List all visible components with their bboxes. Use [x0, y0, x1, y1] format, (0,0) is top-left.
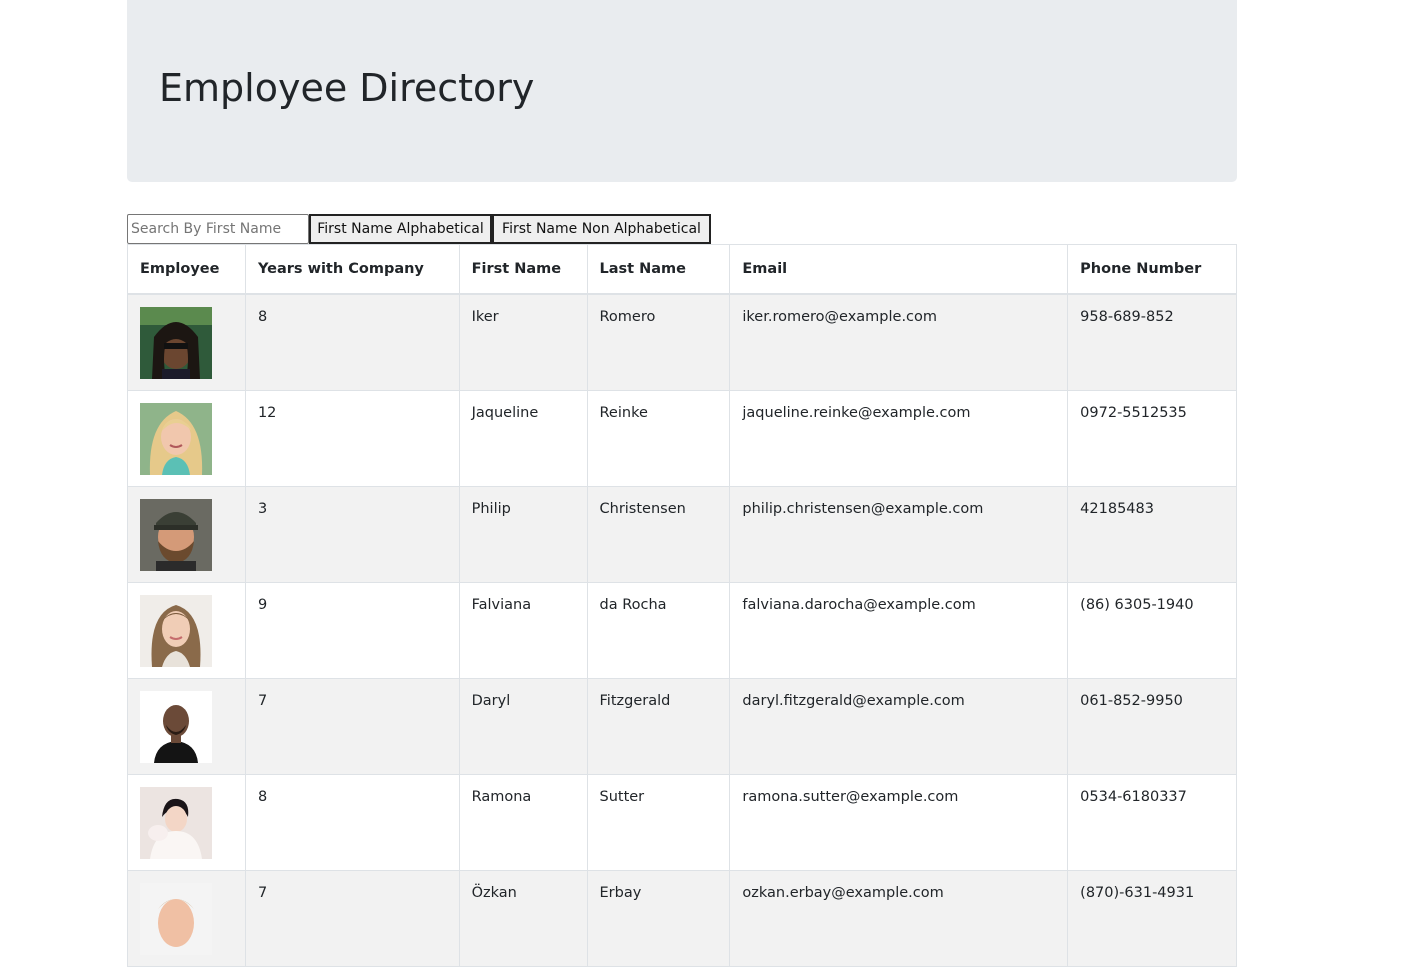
- phone-cell: 42185483: [1067, 485, 1237, 583]
- phone-cell: 061-852-9950: [1067, 677, 1237, 775]
- sort-non-alphabetical-button[interactable]: First Name Non Alphabetical: [492, 214, 711, 244]
- employee-photo-cell: [127, 389, 246, 487]
- first-name-cell: Daryl: [458, 677, 588, 775]
- column-header-first-name[interactable]: First Name: [458, 244, 588, 295]
- email-cell: falviana.darocha@example.com: [729, 581, 1069, 679]
- employee-photo-cell: [127, 869, 246, 967]
- phone-cell: (86) 6305-1940: [1067, 581, 1237, 679]
- last-name-cell: Erbay: [586, 869, 731, 967]
- table-row: 3 Philip Christensen philip.christensen@exa…: [127, 485, 1237, 583]
- employee-photo-icon: [140, 402, 212, 475]
- first-name-cell: Ramona: [458, 773, 588, 871]
- email-cell: ozkan.erbay@example.com: [729, 869, 1069, 967]
- first-name-cell: Iker: [458, 293, 588, 391]
- first-name-cell: Özkan: [458, 869, 588, 967]
- employee-photo-icon: [140, 594, 212, 667]
- last-name-cell: da Rocha: [586, 581, 731, 679]
- years-cell: 3: [244, 485, 460, 583]
- employee-photo-icon: [140, 307, 212, 379]
- table-row: 7 Özkan Erbay ozkan.erbay@example.com (870)-…: [127, 869, 1237, 967]
- years-cell: 9: [244, 581, 460, 679]
- employee-photo-cell: [127, 677, 246, 775]
- employee-photo-cell: [127, 485, 246, 583]
- employee-photo-cell: [127, 773, 246, 871]
- header-banner: Employee Directory: [127, 0, 1237, 182]
- page-container: Employee Directory First Name Alphabetic…: [127, 0, 1237, 967]
- controls-bar: First Name Alphabetical First Name Non A…: [127, 214, 711, 244]
- search-input[interactable]: [127, 214, 309, 244]
- table-row: 9 Falviana da Rocha falviana.darocha@exampl…: [127, 581, 1237, 679]
- column-header-years[interactable]: Years with Company: [244, 244, 460, 295]
- email-cell: ramona.sutter@example.com: [729, 773, 1069, 871]
- last-name-cell: Fitzgerald: [586, 677, 731, 775]
- column-header-employee[interactable]: Employee: [127, 244, 246, 295]
- email-cell: daryl.fitzgerald@example.com: [729, 677, 1069, 775]
- column-header-last-name[interactable]: Last Name: [586, 244, 731, 295]
- employee-photo-cell: [127, 581, 246, 679]
- employee-photo-icon: [140, 498, 212, 571]
- column-header-phone[interactable]: Phone Number: [1067, 244, 1237, 295]
- years-cell: 7: [244, 677, 460, 775]
- last-name-cell: Christensen: [586, 485, 731, 583]
- phone-cell: 0972-5512535: [1067, 389, 1237, 487]
- table-row: 8 Ramona Sutter ramona.sutter@example.com 05…: [127, 773, 1237, 871]
- phone-cell: (870)-631-4931: [1067, 869, 1237, 967]
- table-row: 7 Daryl Fitzgerald daryl.fitzgerald@example…: [127, 677, 1237, 775]
- employee-photo-cell: [127, 293, 246, 391]
- employee-photo-icon: [140, 690, 212, 763]
- table-header-row: Employee Years with Company First Name L…: [127, 244, 1237, 295]
- years-cell: 8: [244, 293, 460, 391]
- years-cell: 7: [244, 869, 460, 967]
- last-name-cell: Romero: [586, 293, 731, 391]
- page-title: Employee Directory: [159, 66, 535, 110]
- table-row: 12 Jaqueline Reinke jaqueline.reinke@exampl…: [127, 389, 1237, 487]
- employee-photo-icon: [140, 882, 212, 955]
- column-header-email[interactable]: Email: [729, 244, 1069, 295]
- phone-cell: 958-689-852: [1067, 293, 1237, 391]
- email-cell: jaqueline.reinke@example.com: [729, 389, 1069, 487]
- employee-photo-icon: [140, 786, 212, 859]
- email-cell: philip.christensen@example.com: [729, 485, 1069, 583]
- table-row: 8 Iker Romero iker.romero@example.com 958-68…: [127, 293, 1237, 391]
- sort-alphabetical-button[interactable]: First Name Alphabetical: [309, 214, 492, 244]
- employee-table: Employee Years with Company First Name L…: [127, 244, 1237, 967]
- last-name-cell: Sutter: [586, 773, 731, 871]
- phone-cell: 0534-6180337: [1067, 773, 1237, 871]
- email-cell: iker.romero@example.com: [729, 293, 1069, 391]
- years-cell: 8: [244, 773, 460, 871]
- first-name-cell: Jaqueline: [458, 389, 588, 487]
- first-name-cell: Falviana: [458, 581, 588, 679]
- years-cell: 12: [244, 389, 460, 487]
- last-name-cell: Reinke: [586, 389, 731, 487]
- first-name-cell: Philip: [458, 485, 588, 583]
